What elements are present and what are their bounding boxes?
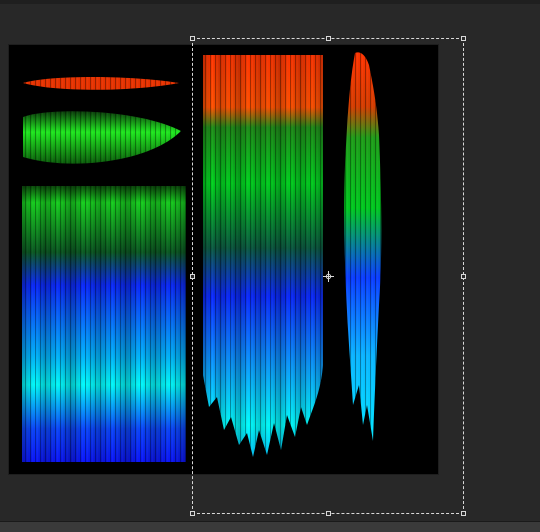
- left-hair-strip: [22, 186, 186, 462]
- corner-handle-icon[interactable]: [190, 511, 195, 516]
- edge-handle-icon[interactable]: [461, 274, 466, 279]
- free-transform-bounding-box[interactable]: [190, 36, 466, 516]
- workspace-top-edge: [0, 0, 540, 4]
- edge-handle-icon[interactable]: [326, 36, 331, 41]
- edge-handle-icon[interactable]: [190, 274, 195, 279]
- workspace-bottom-edge: [0, 521, 540, 532]
- corner-handle-icon[interactable]: [461, 36, 466, 41]
- corner-handle-icon[interactable]: [190, 36, 195, 41]
- red-lock-strip: [23, 77, 179, 90]
- corner-handle-icon[interactable]: [461, 511, 466, 516]
- crosshair-icon[interactable]: [323, 271, 334, 282]
- edge-handle-icon[interactable]: [326, 511, 331, 516]
- green-lock-strip: [23, 111, 181, 164]
